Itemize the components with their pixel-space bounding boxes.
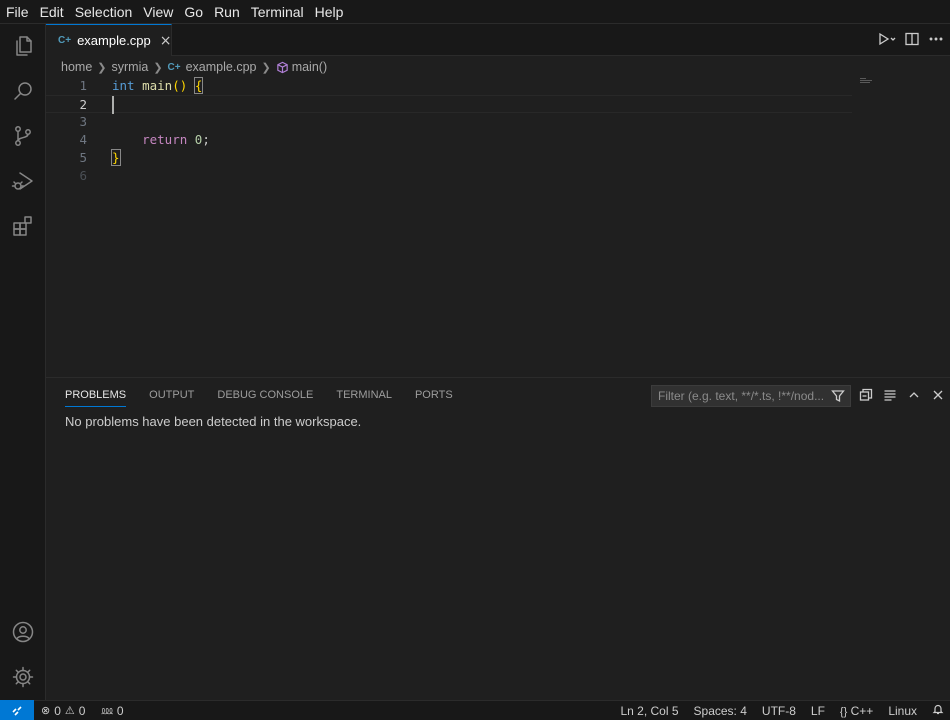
problems-message: No problems have been detected in the wo…: [65, 414, 362, 429]
code-line: 4 return 0;: [46, 131, 852, 149]
open-brace: {: [193, 77, 204, 94]
tab-example-cpp[interactable]: C+ example.cpp ×: [46, 24, 172, 56]
menu-go[interactable]: Go: [182, 0, 205, 24]
line-number: 5: [79, 150, 87, 165]
problems-filter: [651, 385, 851, 407]
collapse-all-icon[interactable]: [859, 388, 873, 405]
code-line-current: 2: [46, 95, 852, 114]
close-brace: }: [111, 149, 121, 166]
menu-edit[interactable]: Edit: [38, 0, 66, 24]
tab-problems[interactable]: PROBLEMS: [65, 387, 127, 407]
end-of-line[interactable]: LF: [811, 704, 825, 718]
parens: (): [172, 78, 188, 93]
menu-file[interactable]: File: [4, 0, 31, 24]
semicolon: ;: [202, 132, 210, 147]
breadcrumb-item-home[interactable]: home: [61, 60, 92, 74]
chevron-right-icon: ❯: [153, 61, 163, 74]
breadcrumb-item-symbol[interactable]: main(): [292, 60, 327, 74]
notifications-bell-icon[interactable]: [932, 703, 944, 718]
line-number: 2: [79, 97, 87, 112]
run-debug-icon[interactable]: [0, 161, 46, 201]
tab-output[interactable]: OUTPUT: [149, 387, 194, 407]
editor-actions: [872, 24, 944, 56]
keyword-int: int: [112, 78, 135, 93]
close-panel-icon[interactable]: [931, 388, 945, 405]
problems-status[interactable]: ⊗ 0 ⚠ 0 ⅏ 0: [41, 703, 124, 718]
language-label: C++: [850, 703, 874, 718]
error-count: 0: [54, 703, 61, 718]
line-number: 1: [79, 78, 87, 93]
line-number: 6: [79, 168, 87, 183]
editor-tabs-bar: C+ example.cpp ×: [46, 24, 950, 56]
extensions-icon[interactable]: [0, 206, 46, 246]
encoding[interactable]: UTF-8: [762, 704, 796, 718]
ports-icon: ⅏: [101, 705, 113, 717]
code-line: 3: [46, 113, 852, 131]
tab-terminal[interactable]: TERMINAL: [336, 387, 392, 407]
menu-help[interactable]: Help: [313, 0, 346, 24]
split-editor-icon[interactable]: [904, 31, 920, 50]
menu-bar: File Edit Selection View Go Run Terminal…: [0, 0, 950, 24]
maximize-panel-icon[interactable]: [907, 388, 921, 405]
braces-icon: {}: [839, 705, 848, 718]
filter-funnel-icon[interactable]: [831, 389, 845, 406]
language-mode[interactable]: {} C++: [840, 704, 873, 718]
cpp-file-icon: C+: [167, 61, 181, 73]
line-number: 4: [79, 132, 87, 147]
breadcrumb: home ❯ syrmia ❯ C+ example.cpp ❯ main(): [61, 58, 327, 76]
code-line: 5 }: [46, 149, 852, 167]
code-line: 6: [46, 167, 852, 185]
status-right: Ln 2, Col 5 Spaces: 4 UTF-8 LF {} C++ Li…: [620, 703, 944, 718]
accounts-icon[interactable]: [0, 612, 46, 652]
run-dropdown-icon[interactable]: [872, 31, 896, 50]
cursor-position[interactable]: Ln 2, Col 5: [620, 704, 678, 718]
bottom-panel: PROBLEMS OUTPUT DEBUG CONSOLE TERMINAL P…: [46, 377, 950, 700]
panel-actions: [859, 388, 945, 405]
explorer-icon[interactable]: [0, 26, 46, 66]
panel-tabs: PROBLEMS OUTPUT DEBUG CONSOLE TERMINAL P…: [65, 387, 453, 407]
manage-gear-icon[interactable]: [0, 657, 46, 697]
activity-bar: [0, 24, 46, 700]
indentation[interactable]: Spaces: 4: [694, 704, 747, 718]
function-name: main: [142, 78, 173, 93]
tab-ports[interactable]: PORTS: [415, 387, 453, 407]
line-number: 3: [79, 114, 87, 129]
breadcrumb-item-file[interactable]: example.cpp: [186, 60, 257, 74]
warning-icon: ⚠: [64, 705, 75, 717]
keyword-return: return: [142, 132, 188, 147]
warning-count: 0: [78, 703, 86, 718]
error-icon: ⊗: [41, 705, 51, 717]
menu-run[interactable]: Run: [212, 0, 242, 24]
menu-view[interactable]: View: [141, 0, 175, 24]
method-cube-icon: [276, 61, 289, 74]
tab-label: example.cpp: [77, 33, 151, 48]
view-as-list-icon[interactable]: [883, 388, 897, 405]
menu-selection[interactable]: Selection: [73, 0, 135, 24]
platform[interactable]: Linux: [888, 704, 917, 718]
menu-terminal[interactable]: Terminal: [249, 0, 306, 24]
remote-indicator[interactable]: [0, 700, 34, 720]
tab-debug-console[interactable]: DEBUG CONSOLE: [217, 387, 313, 407]
ports-count: 0: [116, 703, 124, 718]
chevron-right-icon: ❯: [261, 61, 271, 74]
breadcrumb-item-syrmia[interactable]: syrmia: [112, 60, 149, 74]
filter-input[interactable]: [658, 389, 826, 403]
status-bar: ⊗ 0 ⚠ 0 ⅏ 0 Ln 2, Col 5 Spaces: 4 UTF-8 …: [0, 700, 950, 720]
code-editor[interactable]: 1 int main() { 2 3 4 return 0; 5 } 6: [46, 76, 950, 376]
source-control-icon[interactable]: [0, 116, 46, 156]
chevron-right-icon: ❯: [97, 61, 107, 74]
close-icon[interactable]: ×: [160, 33, 172, 49]
more-actions-icon[interactable]: [928, 31, 944, 50]
code-line: 1 int main() {: [46, 77, 852, 95]
minimap[interactable]: [860, 78, 872, 84]
search-icon[interactable]: [0, 71, 46, 111]
cpp-file-icon: C+: [58, 35, 72, 46]
text-cursor: [112, 96, 114, 114]
